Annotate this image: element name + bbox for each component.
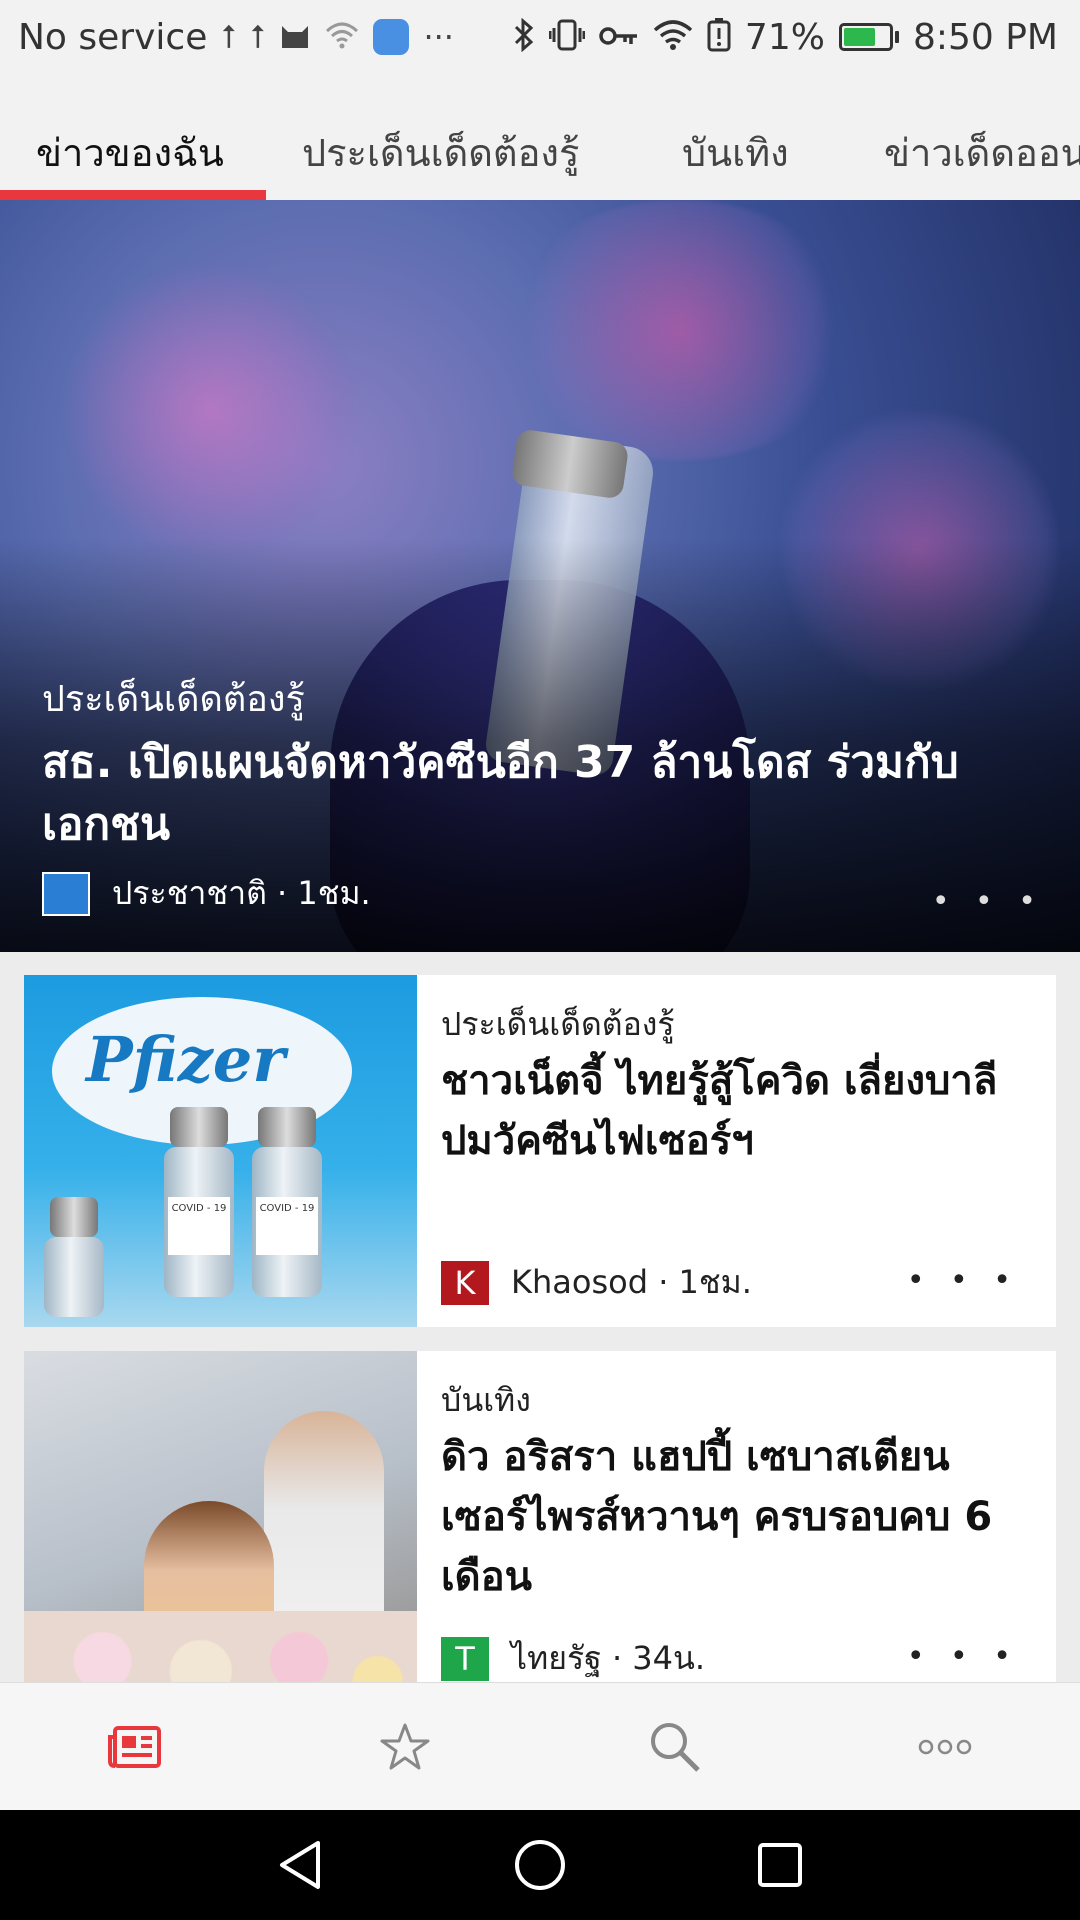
article-category: ประเด็นเด็ดต้องรู้ [441, 1005, 675, 1043]
more-options-icon[interactable]: • • • [907, 1639, 1019, 1674]
article-image: Pfizer COVID - 19 COVID - 19 [24, 975, 417, 1327]
hero-source-text: ประชาชาติ · 1ชม. [112, 874, 371, 912]
article-card[interactable]: บันเทิง ดิว อริสรา แฮปปี้ เซบาสเตียน เซอ… [24, 1351, 1056, 1682]
recents-icon[interactable] [680, 1810, 880, 1920]
app-icon [373, 19, 410, 55]
bottom-nav [0, 1682, 1080, 1810]
bluetooth-icon [513, 17, 535, 57]
battery-alert-icon [707, 17, 731, 57]
usb-icon: ⭡ [250, 18, 266, 56]
battery-icon [838, 23, 899, 51]
hero-category: ประเด็นเด็ดต้องรู้ [42, 679, 305, 720]
hero-article[interactable]: ประเด็นเด็ดต้องรู้ สธ. เปิดแผนจัดหาวัคซี… [0, 200, 1080, 952]
tab-entertainment[interactable]: บันเทิง [682, 122, 789, 183]
hero-title[interactable]: สธ. เปิดแผนจัดหาวัคซีนอีก 37 ล้านโดส ร่ว… [42, 732, 1042, 856]
source-logo [42, 871, 90, 916]
tab-my-news[interactable]: ข่าวของฉัน [36, 122, 224, 183]
source-logo: K [441, 1260, 489, 1305]
article-source-text: ไทยรัฐ · 34น. [511, 1639, 706, 1677]
star-icon[interactable] [270, 1683, 540, 1811]
category-tabs: ข่าวของฉัน ประเด็นเด็ดต้องรู้ บันเทิง ข่… [0, 74, 1080, 200]
more-icon[interactable] [810, 1683, 1080, 1811]
battery-percent: 71% [744, 16, 825, 58]
status-right: 71% 8:50 PM [513, 17, 1058, 58]
key-icon [599, 21, 639, 53]
home-icon[interactable] [440, 1810, 640, 1920]
system-nav-bar [0, 1810, 1080, 1920]
article-source: K Khaosod · 1ชม. [441, 1257, 752, 1308]
wifi-icon [653, 19, 693, 56]
news-icon[interactable] [0, 1683, 270, 1811]
more-options-icon[interactable]: • • • [932, 884, 1044, 919]
more-options-icon[interactable]: • • • [907, 1263, 1019, 1298]
status-bar: No service ⭡ ⭡ ··· 71% 8:50 PM [0, 0, 1080, 74]
back-icon[interactable] [200, 1810, 400, 1920]
more-notifications-icon: ··· [423, 18, 454, 56]
tab-must-know[interactable]: ประเด็นเด็ดต้องรู้ [302, 122, 579, 183]
wifi-off-icon [325, 21, 359, 54]
article-image [24, 1351, 417, 1682]
tab-hot-news[interactable]: ข่าวเด็ดออน [884, 122, 1080, 183]
source-logo: T [441, 1636, 489, 1681]
tab-indicator [0, 190, 266, 200]
search-icon[interactable] [540, 1683, 810, 1811]
clock: 8:50 PM [912, 16, 1058, 58]
cat-app-icon [279, 20, 311, 55]
article-source-text: Khaosod · 1ชม. [511, 1263, 752, 1301]
pfizer-logo: Pfizer [86, 1023, 286, 1096]
vibrate-icon [548, 18, 586, 57]
article-title[interactable]: ชาวเน็ตจี้ ไทยรู้สู้โควิด เลี่ยงบาลี ปมว… [441, 1051, 1041, 1171]
carrier-text: No service [18, 16, 208, 58]
article-category: บันเทิง [441, 1381, 531, 1419]
usb-icon: ⭡ [221, 18, 237, 56]
hero-source: ประชาชาติ · 1ชม. [42, 868, 371, 919]
article-source: T ไทยรัฐ · 34น. [441, 1633, 705, 1682]
article-title[interactable]: ดิว อริสรา แฮปปี้ เซบาสเตียน เซอร์ไพรส์ห… [441, 1427, 1041, 1607]
status-left: No service ⭡ ⭡ ··· [18, 17, 454, 58]
article-card[interactable]: Pfizer COVID - 19 COVID - 19 ประเด็นเด็ด… [24, 975, 1056, 1327]
